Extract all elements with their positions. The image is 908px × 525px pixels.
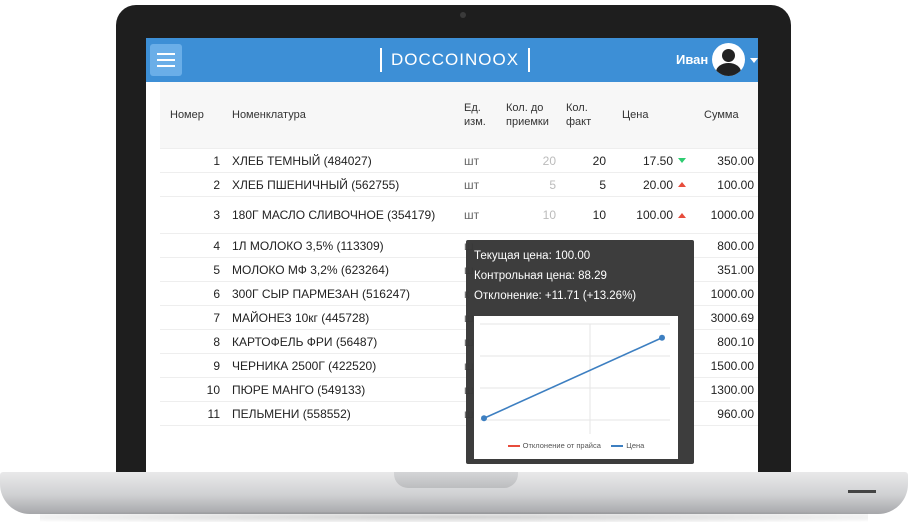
- app-header: DOCCOINOOX Иван: [146, 38, 758, 82]
- avatar[interactable]: [712, 43, 745, 76]
- user-icon: [722, 49, 735, 62]
- row-name: 180Г МАСЛО СЛИВОЧНОЕ (354179): [232, 207, 436, 222]
- row-sum: 1500.00: [710, 358, 754, 373]
- table-row[interactable]: 1 ХЛЕБ ТЕМНЫЙ (484027) шт 20 20 17.50 350.00: [160, 149, 758, 173]
- legend-deviation-label: Отклонение от прайса: [522, 441, 601, 450]
- row-price: 17.50: [642, 153, 673, 168]
- row-price-cell[interactable]: 17.50: [612, 149, 686, 172]
- row-sum: 350.00: [717, 153, 754, 168]
- legend-price-label: Цена: [626, 441, 645, 450]
- row-name: ПЮРЕ МАНГО (549133): [232, 382, 366, 397]
- row-qty-fact: 10: [592, 208, 606, 222]
- menu-button[interactable]: [150, 44, 182, 76]
- row-number: 9: [213, 358, 220, 373]
- hamburger-icon: [157, 59, 175, 61]
- row-sum: 3000.69: [710, 310, 754, 325]
- col-header-name[interactable]: Номенклатура: [232, 82, 454, 148]
- tooltip-current-price: Текущая цена: 100.00: [474, 250, 591, 262]
- row-name: МАЙОНЕЗ 10кг (445728): [232, 310, 370, 325]
- legend-deviation-swatch: [507, 445, 520, 448]
- row-sum: 800.00: [717, 238, 754, 253]
- app-logo: DOCCOINOOX: [380, 48, 530, 72]
- tooltip-deviation: Отклонение: +11.71 (+13.26%): [474, 290, 637, 302]
- hamburger-icon: [157, 53, 175, 55]
- row-name: ЧЕРНИКА 2500Г (422520): [232, 358, 377, 373]
- app-screen: DOCCOINOOX Иван Номер Номенклатура Ед. и…: [146, 38, 758, 478]
- camera-dot: [460, 12, 466, 18]
- legend-price-swatch: [611, 445, 624, 448]
- row-unit: шт: [464, 177, 480, 192]
- col-header-qty-expected[interactable]: Кол. до приемки: [506, 82, 552, 148]
- laptop-shadow: [40, 512, 868, 522]
- price-tooltip: Текущая цена: 100.00 Контрольная цена: 8…: [466, 240, 694, 464]
- row-qty-expected: 5: [549, 177, 556, 192]
- col-header-qty-fact[interactable]: Кол. факт: [566, 82, 602, 148]
- tooltip-control-price: Контрольная цена: 88.29: [474, 270, 607, 282]
- row-qty-expected: 10: [542, 208, 556, 222]
- col-header-price[interactable]: Цена: [622, 82, 696, 148]
- row-sum: 960.00: [717, 406, 754, 421]
- row-sum: 100.00: [717, 177, 754, 192]
- row-number: 4: [213, 238, 220, 253]
- row-number: 6: [213, 286, 220, 301]
- price-chart: Отклонение от прайса Цена: [474, 316, 678, 459]
- price-point[interactable]: [481, 415, 487, 422]
- laptop-notch: [394, 472, 518, 488]
- user-icon-body: [716, 63, 741, 76]
- row-sum: 1300.00: [710, 382, 754, 397]
- chart-legend: Отклонение от прайса Цена: [474, 441, 678, 450]
- price-chart-svg: [480, 323, 670, 434]
- row-name: ХЛЕБ ТЕМНЫЙ (484027): [232, 153, 372, 168]
- row-sum: 351.00: [717, 262, 754, 277]
- row-price: 100.00: [636, 208, 673, 222]
- row-unit: шт: [464, 208, 480, 222]
- price-point[interactable]: [659, 334, 665, 341]
- row-number: 3: [213, 208, 220, 222]
- row-qty-fact: 20: [592, 153, 606, 168]
- col-header-unit[interactable]: Ед. изм.: [464, 82, 498, 148]
- row-name: 300Г СЫР ПАРМЕЗАН (516247): [232, 286, 411, 301]
- row-price: 20.00: [642, 177, 673, 192]
- row-price-cell[interactable]: 100.00: [612, 197, 686, 233]
- chevron-down-icon[interactable]: [750, 58, 758, 63]
- price-up-icon: [678, 212, 686, 218]
- row-number: 7: [213, 310, 220, 325]
- price-up-icon: [678, 182, 686, 187]
- row-sum: 1000.00: [710, 286, 754, 301]
- row-number: 2: [213, 177, 220, 192]
- row-qty-fact: 5: [599, 177, 606, 192]
- row-name: КАРТОФЕЛЬ ФРИ (56487): [232, 334, 378, 349]
- row-sum: 1000.00: [710, 208, 754, 222]
- price-down-icon: [678, 158, 686, 163]
- user-name[interactable]: Иван: [676, 52, 708, 67]
- row-number: 11: [207, 406, 220, 421]
- row-unit: шт: [464, 153, 480, 168]
- row-name: ХЛЕБ ПШЕНИЧНЫЙ (562755): [232, 177, 400, 192]
- col-header-num[interactable]: Номер: [170, 82, 230, 148]
- row-name: МОЛОКО МФ 3,2% (623264): [232, 262, 389, 277]
- laptop-mark: [848, 490, 876, 493]
- row-qty-expected: 20: [542, 153, 556, 168]
- row-number: 1: [213, 153, 220, 168]
- row-price-cell[interactable]: 20.00: [612, 173, 686, 196]
- hamburger-icon: [157, 65, 175, 67]
- row-name: 1Л МОЛОКО 3,5% (113309): [232, 238, 384, 253]
- table-header-row: Номер Номенклатура Ед. изм. Кол. до прие…: [160, 82, 758, 149]
- row-sum: 800.10: [717, 334, 754, 349]
- col-header-sum[interactable]: Сумма: [704, 82, 758, 148]
- table-row[interactable]: 2 ХЛЕБ ПШЕНИЧНЫЙ (562755) шт 5 5 20.00 100.00: [160, 173, 758, 197]
- row-number: 8: [213, 334, 220, 349]
- row-name: ПЕЛЬМЕНИ (558552): [232, 406, 351, 421]
- row-number: 5: [213, 262, 220, 277]
- price-series-line: [483, 337, 663, 419]
- row-number: 10: [206, 382, 220, 397]
- table-row[interactable]: 3 180Г МАСЛО СЛИВОЧНОЕ (354179) шт 10 10 100.…: [160, 197, 758, 234]
